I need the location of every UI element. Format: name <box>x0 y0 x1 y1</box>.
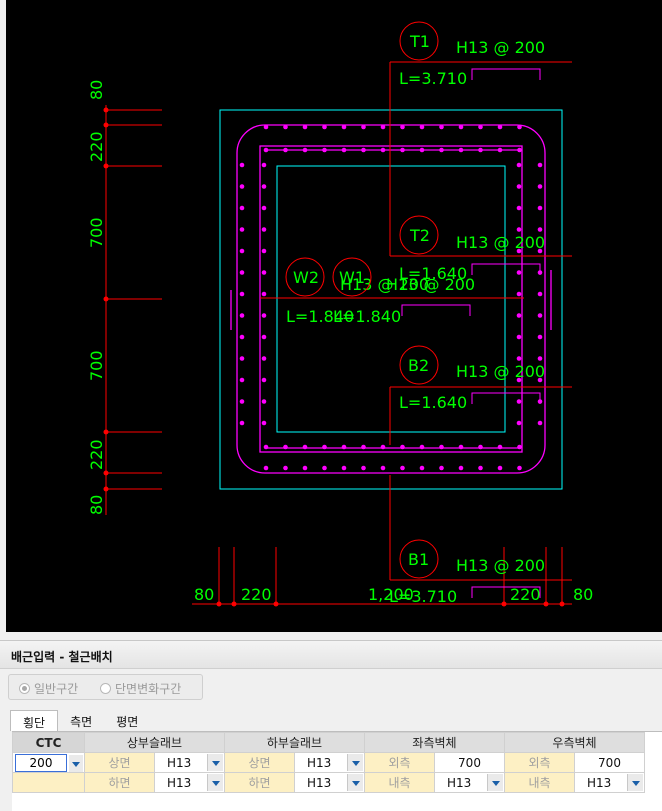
ctc-dropdown-icon[interactable] <box>69 755 83 772</box>
right-wall-header: 우측벽체 <box>504 732 645 753</box>
svg-text:L=3.710: L=3.710 <box>389 587 457 606</box>
svg-text:H13 @ 200: H13 @ 200 <box>456 38 545 57</box>
drawing-area: 80 220 700 700 220 80 80 220 1,200 220 8… <box>0 0 662 636</box>
bottom-slab-lower-select[interactable]: H13 <box>294 772 365 793</box>
cad-viewport[interactable]: 80 220 700 700 220 80 80 220 1,200 220 8… <box>6 0 662 632</box>
dim-left-3: 700 <box>87 217 106 248</box>
dim-left-1: 80 <box>87 80 106 100</box>
dim-bottom-5: 80 <box>573 585 593 604</box>
bottom-slab-upper-select[interactable]: H13 <box>294 752 365 773</box>
svg-text:W2: W2 <box>293 268 319 287</box>
section-outline <box>219 109 563 490</box>
view-tabs: 횡단 측면 평면 <box>10 710 150 731</box>
dim-left-4: 700 <box>87 350 106 381</box>
top-slab-header: 상부슬래브 <box>84 732 225 753</box>
dim-left-2: 220 <box>87 131 106 162</box>
top-slab-lower-select[interactable]: H13 <box>154 772 225 793</box>
label-t2: T2 H13 @ 200 L=1.640 <box>399 215 545 283</box>
svg-text:H13 @ 200: H13 @ 200 <box>456 556 545 575</box>
svg-text:B2: B2 <box>408 356 429 375</box>
svg-text:H13 @ 200: H13 @ 200 <box>456 362 545 381</box>
rebar-lines <box>230 124 552 474</box>
left-wall-inner-select[interactable]: H13 <box>434 772 505 793</box>
right-wall-inner-label: 내측 <box>504 772 575 793</box>
radio-general[interactable]: 일반구간 <box>19 680 78 697</box>
bottom-slab-upper-label: 상면 <box>224 752 295 773</box>
svg-text:H13 @ 200: H13 @ 200 <box>386 275 475 294</box>
rebar-grid: CTC 상부슬래브 하부슬래브 좌측벽체 우측벽체 200 상면 H13 상면 … <box>12 731 662 811</box>
chevron-down-icon[interactable] <box>487 774 503 791</box>
svg-text:L=1.840: L=1.840 <box>333 307 401 326</box>
svg-text:H13 @ 200: H13 @ 200 <box>456 233 545 252</box>
dim-bottom-4: 220 <box>510 585 541 604</box>
left-wall-header: 좌측벽체 <box>364 732 505 753</box>
ctc-empty-cell <box>12 772 85 793</box>
svg-text:B1: B1 <box>408 550 429 569</box>
bottom-slab-lower-label: 하면 <box>224 772 295 793</box>
ctc-cell: 200 <box>12 752 85 773</box>
svg-text:T1: T1 <box>409 32 430 51</box>
ctc-header: CTC <box>12 732 85 753</box>
dim-left-6: 80 <box>87 495 106 515</box>
svg-text:L=3.710: L=3.710 <box>399 69 467 88</box>
label-t1: T1 H13 @ 200 L=3.710 <box>399 21 545 88</box>
section-type-group: 일반구간 단면변화구간 <box>8 674 203 700</box>
left-wall-outer-value[interactable]: 700 <box>434 752 505 773</box>
bottom-slab-header: 하부슬래브 <box>224 732 365 753</box>
radio-variable[interactable]: 단면변화구간 <box>100 680 181 697</box>
svg-text:T2: T2 <box>409 226 430 245</box>
tab-side[interactable]: 측면 <box>58 710 104 731</box>
panel-title: 배근입력 - 철근배치 <box>0 641 662 669</box>
right-wall-outer-label: 외측 <box>504 752 575 773</box>
left-wall-outer-label: 외측 <box>364 752 435 773</box>
chevron-down-icon[interactable] <box>347 774 363 791</box>
ctc-input[interactable]: 200 <box>15 753 67 772</box>
chevron-down-icon[interactable] <box>207 774 223 791</box>
dim-bottom-1: 80 <box>194 585 214 604</box>
svg-text:L=1.640: L=1.640 <box>399 393 467 412</box>
right-wall-inner-select[interactable]: H13 <box>574 772 645 793</box>
radio-checked-icon <box>19 683 30 694</box>
tab-plan[interactable]: 평면 <box>104 710 150 731</box>
dim-left-5: 220 <box>87 439 106 470</box>
svg-text:W1: W1 <box>339 268 365 287</box>
radio-unchecked-icon <box>100 683 111 694</box>
label-b2: B2 H13 @ 200 L=1.640 <box>399 345 545 412</box>
tab-cross-section[interactable]: 횡단 <box>10 710 59 731</box>
top-slab-upper-select[interactable]: H13 <box>154 752 225 773</box>
top-slab-lower-label: 하면 <box>84 772 155 793</box>
left-dimension <box>105 105 162 515</box>
chevron-down-icon[interactable] <box>347 754 363 771</box>
rebar-input-panel: 배근입력 - 철근배치 일반구간 단면변화구간 횡단 측면 평면 CTC 상부슬… <box>0 640 662 811</box>
right-wall-outer-value[interactable]: 700 <box>574 752 645 773</box>
chevron-down-icon[interactable] <box>627 774 643 791</box>
left-wall-inner-label: 내측 <box>364 772 435 793</box>
dim-bottom-2: 220 <box>241 585 272 604</box>
chevron-down-icon[interactable] <box>207 754 223 771</box>
top-slab-upper-label: 상면 <box>84 752 155 773</box>
